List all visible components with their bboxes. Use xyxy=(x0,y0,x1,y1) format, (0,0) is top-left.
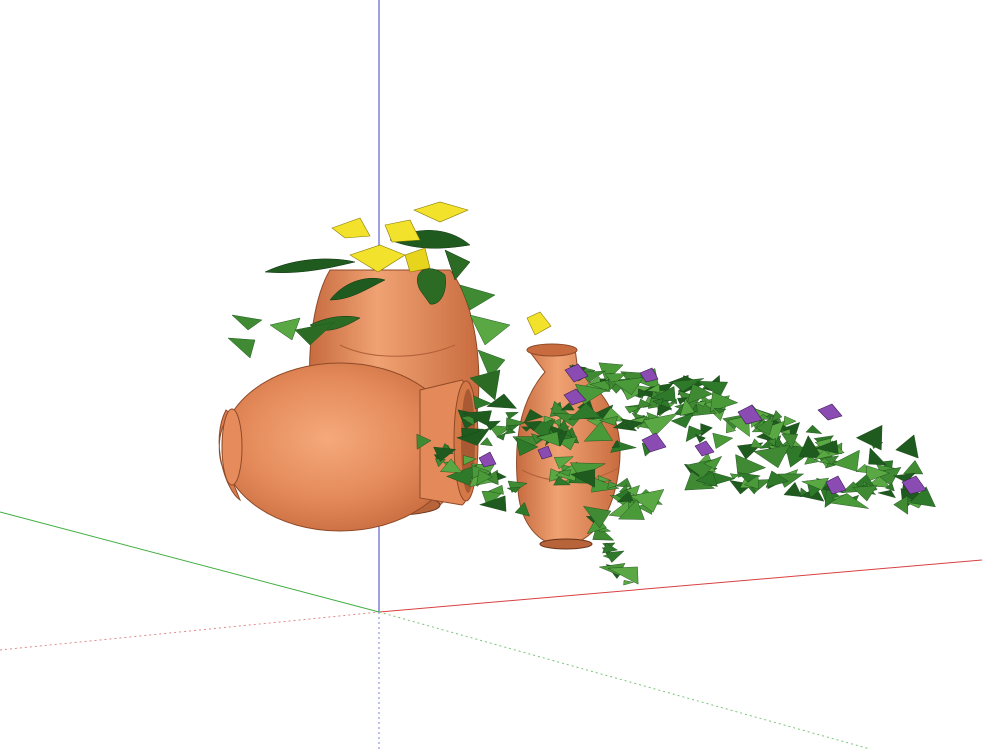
vine-leaf xyxy=(895,434,919,459)
modeling-viewport[interactable] xyxy=(0,0,982,749)
green-axis-hidden xyxy=(378,611,871,749)
red-axis xyxy=(378,559,982,613)
vine-leaf xyxy=(607,566,639,585)
scene-canvas[interactable] xyxy=(0,0,982,749)
vine-leaf xyxy=(805,424,823,434)
red-axis-hidden xyxy=(0,611,380,651)
vine-leaf xyxy=(868,447,887,466)
vine-leaf xyxy=(700,423,713,437)
vine-leaf xyxy=(496,471,507,481)
vine-leaf xyxy=(473,395,492,410)
vine-leaf xyxy=(615,477,632,488)
vine-leaf xyxy=(694,433,706,444)
vine-leaf xyxy=(753,445,790,469)
vine-leaf xyxy=(893,495,908,515)
vine-leaf xyxy=(903,460,924,475)
vine-leaf xyxy=(855,424,883,451)
vine-leaf xyxy=(877,489,896,499)
vine-leaf xyxy=(712,432,734,449)
